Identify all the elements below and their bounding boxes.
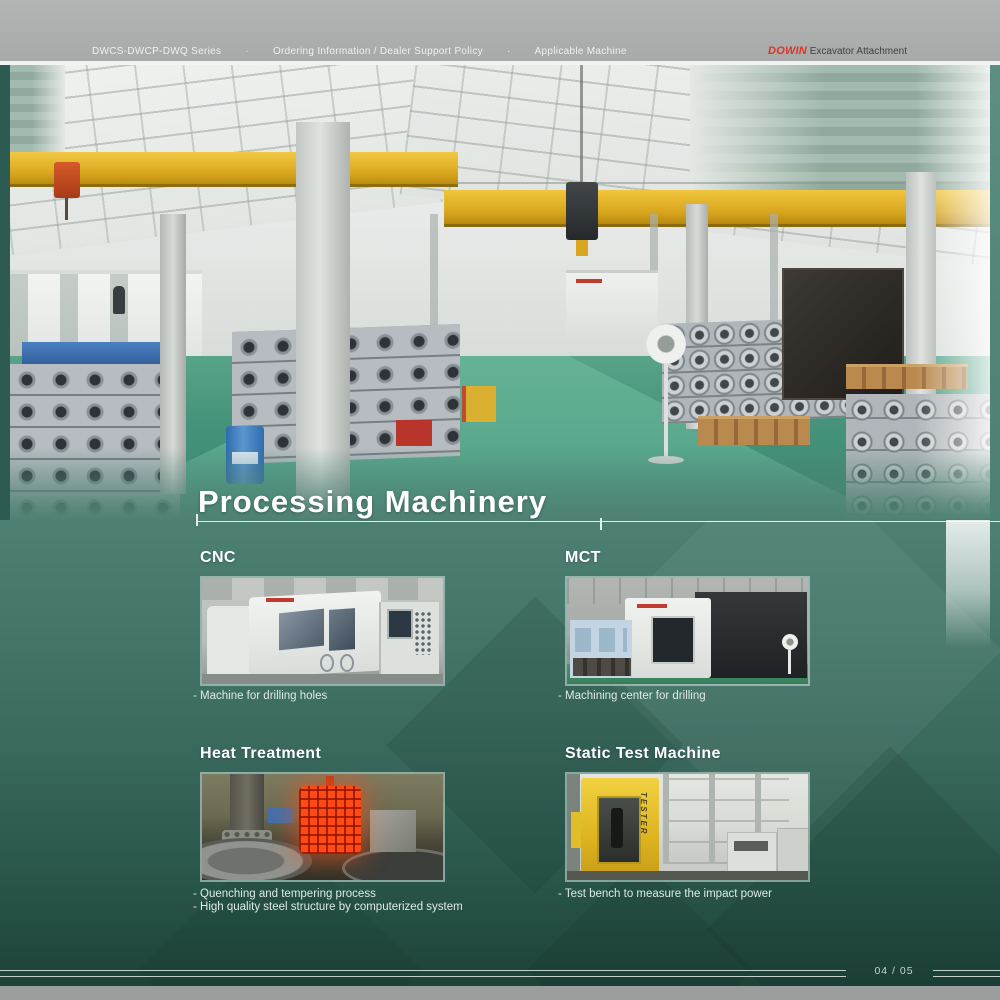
yellow-equipment — [462, 386, 496, 422]
heading-heat-treatment: Heat Treatment — [200, 745, 321, 763]
wooden-pallet — [698, 416, 810, 445]
heading-mct: MCT — [565, 549, 601, 567]
footer-rule-left — [0, 970, 846, 977]
control-cabinet — [727, 832, 777, 876]
mct-stand-fan — [782, 634, 798, 650]
tester-machine-label: TESTER — [639, 792, 648, 862]
mct-pallet-stack — [573, 658, 631, 676]
title-tick-right — [600, 518, 602, 530]
static-photo-floor — [567, 871, 808, 880]
nav-item-ordering: Ordering Information / Dealer Support Po… — [273, 46, 483, 57]
cnc-control-buttons — [414, 611, 432, 655]
caption-heat-1: - Quenching and tempering process — [193, 888, 376, 901]
brand-name: DOWIN — [768, 45, 807, 57]
header-nav: DWCS-DWCP-DWQ Series · Ordering Informat… — [92, 46, 627, 57]
mct-blue-unit-windows — [575, 628, 627, 652]
crane-hoist-right — [566, 182, 598, 240]
title-tick-left — [196, 514, 198, 526]
steel-block — [370, 810, 416, 852]
section-title: Processing Machinery — [198, 484, 547, 520]
crane-hook-right — [576, 240, 588, 256]
cnc-machine-window — [279, 609, 324, 651]
worker-figure — [113, 286, 125, 314]
caption-static-test: - Test bench to measure the impact power — [558, 888, 772, 901]
cnc-control-screen — [387, 609, 413, 639]
heading-static-test: Static Test Machine — [565, 745, 721, 763]
brochure-page: DWCS-DWCP-DWQ Series · Ordering Informat… — [0, 0, 1000, 1000]
brand-lockup: DOWIN Excavator Attachment — [768, 45, 907, 57]
caption-heat-2: - High quality steel structure by comput… — [193, 901, 463, 914]
heading-cnc: CNC — [200, 549, 236, 567]
stand-fan-pole — [664, 364, 668, 458]
cnc-door-handle — [320, 654, 334, 672]
mct-machine-window — [651, 616, 695, 664]
stand-fan — [646, 324, 686, 364]
photo-cnc — [200, 576, 445, 686]
nav-item-applicable: Applicable Machine — [535, 46, 627, 57]
control-cabinet — [777, 828, 809, 876]
brand-suffix: Excavator Attachment — [807, 46, 907, 57]
crane-hook-left — [65, 198, 68, 220]
photo-heat-treatment — [200, 772, 445, 882]
header-divider-line — [0, 61, 1000, 65]
glowing-parts-basket — [299, 786, 361, 854]
factory-interior-photo — [10, 64, 990, 520]
title-underline — [198, 521, 1000, 522]
cnc-photo-floor — [202, 674, 443, 684]
white-side-strip — [946, 520, 990, 648]
nav-separator: · — [245, 46, 249, 57]
blue-rack — [22, 342, 174, 364]
mct-machine-logo — [637, 604, 667, 608]
nav-item-series: DWCS-DWCP-DWQ Series — [92, 46, 221, 57]
page-number: 04 / 05 — [858, 965, 930, 977]
photo-static-test: TESTER — [565, 772, 810, 882]
crane-hoist-left — [54, 162, 80, 198]
test-specimen — [611, 808, 623, 848]
machine-center-back — [566, 270, 658, 333]
red-toolbox — [396, 420, 432, 446]
photo-mct — [565, 576, 810, 686]
crane-cable-right — [580, 64, 583, 190]
blue-control-light — [268, 808, 294, 823]
mct-fan-pole — [788, 650, 791, 674]
cnc-machine-logo — [266, 598, 294, 602]
nav-separator: · — [507, 46, 511, 57]
caption-mct: - Machining center for drilling — [558, 690, 706, 703]
cnc-door-handle — [340, 654, 354, 672]
page-bottom-edge — [0, 986, 1000, 1000]
left-edge-strip — [0, 64, 10, 520]
footer-rule-right — [933, 970, 1000, 977]
caption-cnc: - Machine for drilling holes — [193, 690, 327, 703]
cnc-machine-window — [329, 608, 355, 651]
